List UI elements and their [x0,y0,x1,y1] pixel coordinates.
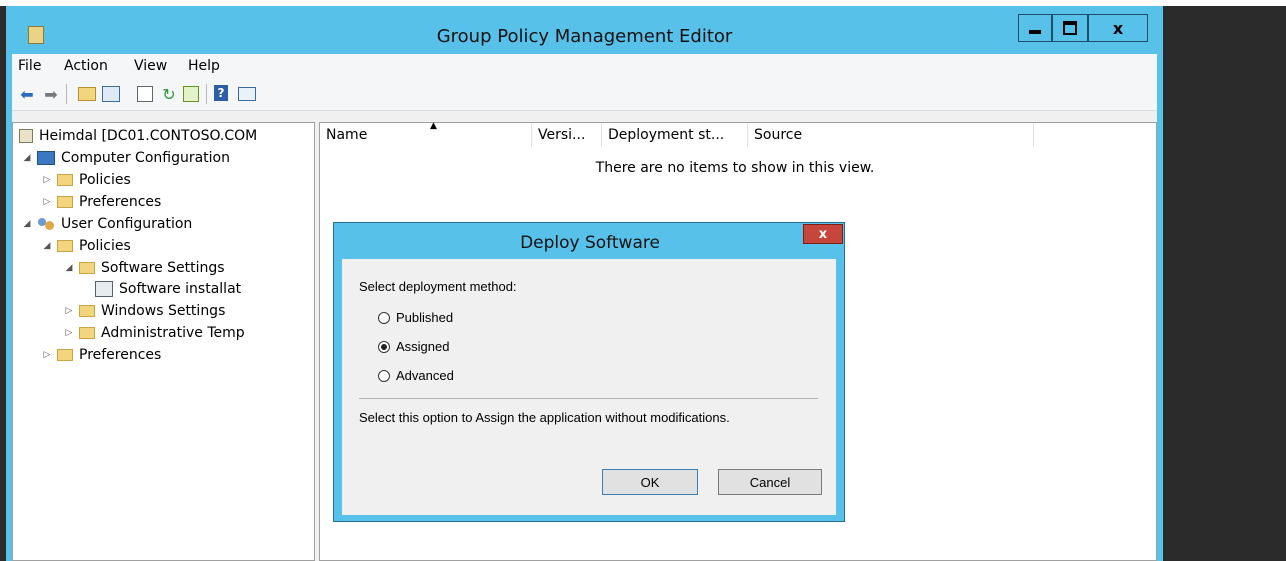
tree-item-label: Software installat [119,281,242,297]
software-installation-icon [95,281,113,297]
radio-advanced[interactable]: Advanced [378,368,454,383]
tree-item-software-settings[interactable]: ◢ Software Settings [63,257,225,279]
minimize-button[interactable] [1018,14,1052,42]
tree-item-label: Software Settings [101,260,225,276]
minimize-icon [1029,30,1041,34]
dialog-divider [359,398,818,399]
column-header-label: Deployment st... [608,127,725,143]
radio-assigned[interactable]: Assigned [378,339,449,354]
tree-item-windows-settings[interactable]: ▷ Windows Settings [63,300,226,322]
tree-item-label: Windows Settings [101,303,226,319]
radio-button-checked-icon [378,340,390,353]
deployment-method-label: Select deployment method: [359,279,517,294]
tree-item-label: Preferences [79,194,162,210]
tree-item-computer-configuration[interactable]: ◢ Computer Configuration [21,147,230,169]
column-header-label: Name [326,127,368,143]
collapse-icon[interactable]: ◢ [21,153,33,163]
column-header-source[interactable]: Source [748,123,1034,147]
properties-icon[interactable] [136,85,154,103]
up-folder-icon[interactable] [78,85,96,103]
tree-item-cc-policies[interactable]: ▷ Policies [41,169,131,191]
expand-icon[interactable]: ▷ [41,175,53,185]
radio-button-icon [378,369,390,382]
tree-item-uc-preferences[interactable]: ▷ Preferences [41,344,162,366]
folder-icon [57,240,73,252]
radio-label: Published [396,310,454,325]
radio-label: Assigned [396,339,450,354]
export-list-icon[interactable] [182,85,200,103]
tree-item-label: Heimdal [DC01.CONTOSO.COM [39,128,258,144]
column-header-label: Versi... [538,127,586,143]
tree-item-software-installation[interactable]: Software installat [95,278,241,300]
console-tree: Heimdal [DC01.CONTOSO.COM ◢ Computer Con… [12,122,315,561]
dialog-close-button[interactable]: x [803,224,843,244]
refresh-icon[interactable]: ↻ [160,85,178,104]
column-header-name[interactable]: Name ▲ [320,121,532,147]
ok-button[interactable]: OK [602,469,698,495]
expand-icon[interactable]: ▷ [41,350,53,360]
cancel-button[interactable]: Cancel [718,469,822,495]
close-button[interactable]: x [1088,14,1148,42]
tree-item-label: Administrative Temp [101,325,245,341]
menu-view[interactable]: View [134,58,167,74]
computer-icon [37,151,55,165]
show-action-pane-icon[interactable] [238,85,256,103]
tree-item-label: Preferences [79,347,162,363]
sort-ascending-icon: ▲ [430,121,437,131]
toolbar-separator [66,84,67,104]
collapse-icon[interactable]: ◢ [21,219,33,229]
folder-icon [57,349,73,361]
tree-item-label: User Configuration [61,216,193,232]
close-icon: x [1112,18,1124,38]
toolbar: ⬅ ➡ ↻ ? [12,78,1157,111]
column-header-label: Source [754,127,803,143]
window-title: Group Policy Management Editor [436,26,733,47]
folder-icon [57,174,73,186]
dialog-title: Deploy Software [520,233,660,253]
tree-item-label: Computer Configuration [61,150,230,166]
deploy-software-dialog: Deploy Software x Select deployment meth… [333,222,845,522]
option-description: Select this option to Assign the applica… [359,410,730,425]
forward-arrow-icon[interactable]: ➡ [42,85,60,104]
dialog-body: Select deployment method: Published Assi… [342,259,836,515]
tree-item-user-configuration[interactable]: ◢ User Configuration [21,213,193,235]
menu-help[interactable]: Help [188,58,220,74]
tree-item-label: Policies [79,238,131,254]
collapse-icon[interactable]: ◢ [41,241,53,251]
tree-item-root[interactable]: Heimdal [DC01.CONTOSO.COM [19,125,257,147]
gpo-icon [19,129,33,143]
menu-bar: File Action View Help [12,54,1157,78]
radio-published[interactable]: Published [378,310,453,325]
tree-item-administrative-templates[interactable]: ▷ Administrative Temp [63,322,245,344]
folder-icon [79,262,95,274]
title-bar[interactable]: Group Policy Management Editor x [6,6,1163,54]
column-header-deployment-state[interactable]: Deployment st... [602,123,748,147]
radio-button-icon [378,311,390,324]
help-icon[interactable]: ? [214,85,228,101]
collapse-icon[interactable]: ◢ [63,263,75,273]
radio-label: Advanced [396,368,454,383]
empty-list-message: There are no items to show in this view. [595,160,875,176]
menu-action[interactable]: Action [64,58,108,74]
column-header-version[interactable]: Versi... [532,123,602,147]
maximize-button[interactable] [1052,14,1088,42]
folder-icon [79,327,95,339]
expand-icon[interactable]: ▷ [63,306,75,316]
expand-icon[interactable]: ▷ [41,197,53,207]
toolbar-separator-2 [206,84,207,104]
tree-item-cc-preferences[interactable]: ▷ Preferences [41,191,162,213]
maximize-icon [1063,21,1077,35]
folder-icon [79,305,95,317]
tree-item-label: Policies [79,172,131,188]
tree-item-uc-policies[interactable]: ◢ Policies [41,235,131,257]
back-arrow-icon[interactable]: ⬅ [18,85,36,104]
menu-file[interactable]: File [18,58,41,74]
expand-icon[interactable]: ▷ [63,328,75,338]
show-hide-tree-icon[interactable] [102,85,120,103]
users-icon [37,217,55,231]
folder-icon [57,196,73,208]
